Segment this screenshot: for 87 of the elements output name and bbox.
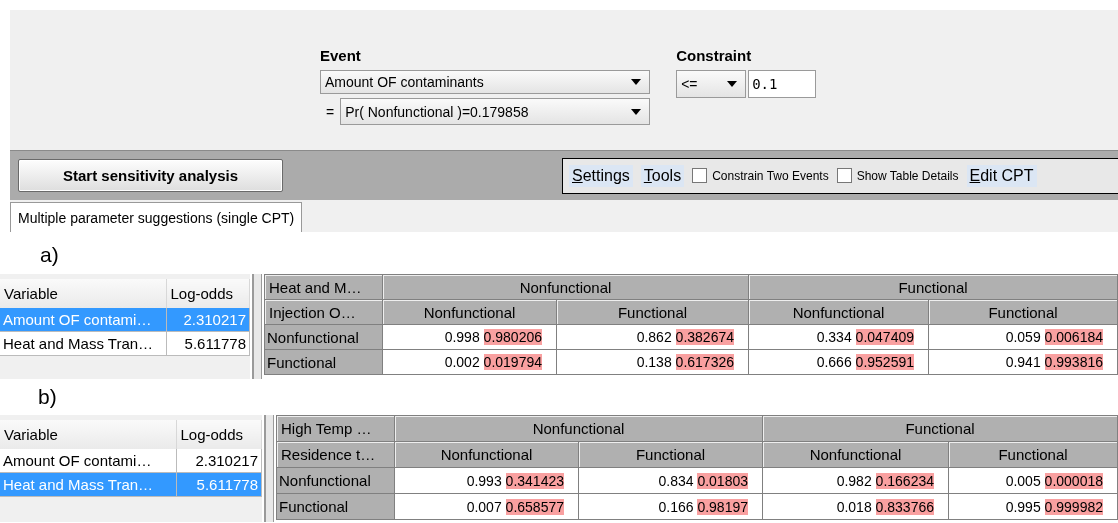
suggested-value: 0.382674 [675,329,734,345]
original-value: 0.666 [816,354,852,370]
table-cell: Heat and Mass Tran… [0,472,176,497]
original-value: 0.941 [1005,354,1041,370]
suggested-value: 0.341423 [505,472,564,489]
caret-icon [631,79,641,85]
suggested-value: 0.006184 [1044,329,1103,345]
original-value: 0.002 [444,354,480,370]
column-group-header: Nonfunctional [394,415,763,442]
column-header: Nonfunctional [382,299,557,325]
parent-variable-header: High Temp … [276,415,395,442]
variable-row[interactable]: Heat and Mass Tran… 5.611778 [0,331,250,356]
column-header[interactable]: Log-odds [166,279,250,308]
start-analysis-button[interactable]: Start sensitivity analysis [18,159,283,192]
original-value: 0.995 [1005,498,1041,515]
splitter[interactable] [264,415,274,522]
menu-item[interactable]: Tools [640,164,685,187]
state-dropdown[interactable]: Pr( Nonfunctional )=0.179858 [340,98,651,125]
row-header: Functional [264,349,383,375]
column-header[interactable]: Variable [0,279,166,308]
suggested-value: 0.98197 [697,498,748,515]
original-value: 0.862 [636,329,672,345]
caret-icon [631,108,642,115]
table-cell: Amount OF contami… [0,449,176,473]
suggested-value: 0.980206 [483,329,542,345]
column-header: Functional [578,441,763,468]
suggested-value: 0.047409 [855,329,914,345]
column-header: Functional [948,441,1118,468]
suggested-value: 0.952591 [855,354,914,370]
row-header: Functional [276,493,395,520]
original-value: 0.138 [636,354,672,370]
original-value: 0.993 [466,472,502,489]
table-cell: Heat and Mass Tran… [0,331,166,356]
column-group-header: Functional [748,274,1118,300]
section-caption: a) [39,242,60,268]
equals-sign: = [326,103,335,120]
child-variable-header: Residence t… [276,441,395,468]
variable-row[interactable]: Amount OF contami… 2.310217 [0,449,262,473]
column-header: Functional [556,299,749,325]
suggested-value: 0.166234 [875,472,934,489]
field-label: Constraint [676,46,753,66]
original-value: 0.982 [836,472,872,489]
column-group-header: Functional [762,415,1118,442]
suggested-value: 0.993816 [1044,354,1103,370]
column-header: Nonfunctional [394,441,579,468]
checkbox-label: Constrain Two Events [712,168,829,183]
original-value: 0.005 [1005,472,1041,489]
suggested-value: 0.01803 [697,472,748,489]
original-value: 0.007 [466,498,502,515]
constraint-input[interactable]: 0.1 [748,70,817,98]
column-group-header: Nonfunctional [382,274,749,300]
row-header: Nonfunctional [276,467,395,494]
original-value: 0.334 [816,329,852,345]
field-label: Event [320,46,362,66]
operator-dropdown[interactable]: <= [676,70,747,98]
original-value: 0.166 [658,498,694,515]
menu-item[interactable]: Edit CPT [966,164,1037,187]
column-header[interactable]: Variable [0,420,176,449]
suggested-value: 0.617326 [675,354,734,370]
splitter[interactable] [252,274,262,379]
original-value: 0.018 [836,498,872,515]
table-cell: 2.310217 [176,449,262,473]
column-header[interactable]: Log-odds [176,420,262,449]
column-header: Functional [928,299,1118,325]
parent-variable-header: Heat and M… [264,274,383,300]
tab[interactable]: Multiple parameter suggestions (single CPT) [10,202,303,232]
column-header: Nonfunctional [762,441,949,468]
suggested-value: 0.833766 [875,498,934,515]
suggested-value: 0.000018 [1044,472,1103,489]
table-cell: 2.310217 [166,308,250,332]
suggested-value: 0.019794 [483,354,542,370]
suggested-value: 0.658577 [505,498,564,515]
menu-item[interactable]: Settings [569,164,633,187]
row-header: Nonfunctional [264,324,383,350]
section-caption: b) [37,384,58,410]
checkbox[interactable] [836,168,852,183]
checkbox[interactable] [692,168,708,183]
column-header: Nonfunctional [748,299,929,325]
child-variable-header: Injection O… [264,299,383,325]
checkbox-label: Show Table Details [856,168,959,183]
original-value: 0.998 [444,329,480,345]
original-value: 0.059 [1005,329,1041,345]
table-cell: Amount OF contami… [0,308,166,332]
suggested-value: 0.999982 [1044,498,1103,515]
event-dropdown[interactable]: Amount OF contaminants [320,70,650,94]
original-value: 0.834 [658,472,694,489]
caret-icon [727,81,738,87]
